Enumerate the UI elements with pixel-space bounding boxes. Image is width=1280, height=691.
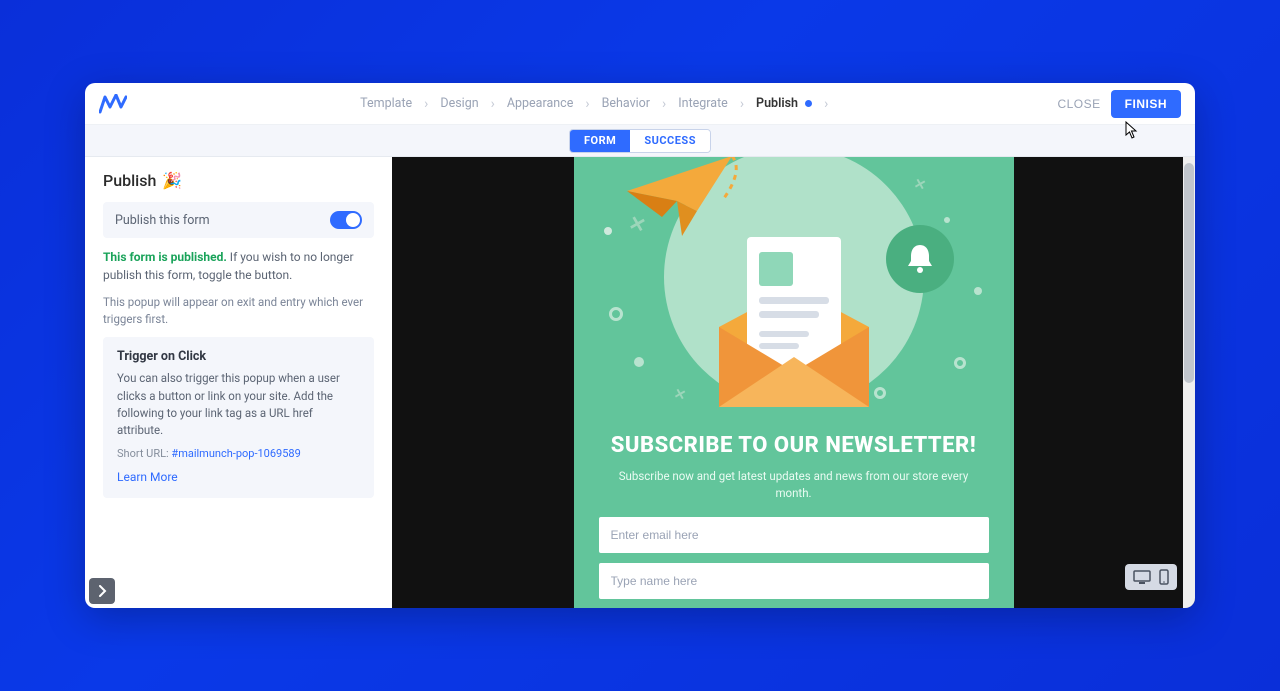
crumb-appearance[interactable]: Appearance — [501, 92, 580, 115]
chevron-right-icon: › — [660, 96, 668, 112]
subtabs-row: FORM SUCCESS — [85, 125, 1195, 157]
short-url-label: Short URL: — [117, 447, 169, 460]
publish-toggle-label: Publish this form — [115, 213, 210, 228]
ring-icon — [954, 357, 966, 369]
device-preview-toggle — [1125, 564, 1177, 590]
chevron-right-icon — [97, 585, 107, 597]
dot-icon — [634, 357, 644, 367]
behavior-description: This popup will appear on exit and entry… — [103, 294, 374, 327]
tab-success[interactable]: SUCCESS — [630, 130, 710, 152]
preview-scrollbar[interactable] — [1183, 157, 1195, 608]
trigger-heading: Trigger on Click — [117, 349, 360, 364]
preview-pane: ✕ ✕ ✕ — [392, 157, 1195, 608]
email-field[interactable] — [599, 517, 989, 553]
crumb-behavior[interactable]: Behavior — [596, 92, 656, 115]
popup-title: SUBSCRIBE TO OUR NEWSLETTER! — [592, 433, 996, 458]
party-popper-icon: 🎉 — [162, 171, 182, 190]
dot-icon — [974, 287, 982, 295]
app-body: Publish 🎉 Publish this form This form is… — [85, 157, 1195, 608]
popup-subtitle: Subscribe now and get latest updates and… — [614, 468, 974, 503]
page-title-text: Publish — [103, 171, 156, 190]
scrollbar-thumb[interactable] — [1184, 163, 1194, 383]
publish-toggle[interactable] — [330, 211, 362, 229]
finish-button[interactable]: FINISH — [1111, 90, 1181, 118]
app-window: Template › Design › Appearance › Behavio… — [85, 83, 1195, 608]
expand-sidebar-button[interactable] — [89, 578, 115, 604]
subtabs: FORM SUCCESS — [569, 129, 711, 153]
name-field[interactable] — [599, 563, 989, 599]
ring-icon — [609, 307, 623, 321]
logo-icon — [99, 93, 127, 115]
popup-hero-illustration: ✕ ✕ ✕ — [574, 157, 1014, 417]
app-header: Template › Design › Appearance › Behavio… — [85, 83, 1195, 125]
mobile-icon[interactable] — [1159, 569, 1169, 585]
publish-sidebar: Publish 🎉 Publish this form This form is… — [85, 157, 392, 608]
breadcrumb: Template › Design › Appearance › Behavio… — [135, 92, 1049, 115]
envelope-icon — [699, 217, 889, 417]
toggle-knob — [346, 213, 360, 227]
bell-icon — [886, 225, 954, 293]
chevron-right-icon: › — [489, 96, 497, 112]
crumb-design[interactable]: Design — [434, 92, 484, 115]
chevron-right-icon: › — [738, 96, 746, 112]
crumb-template[interactable]: Template — [354, 92, 418, 115]
header-actions: CLOSE FINISH — [1057, 90, 1181, 118]
chevron-right-icon: › — [583, 96, 591, 112]
short-url-row: Short URL: #mailmunch-pop-1069589 — [117, 447, 360, 460]
chevron-right-icon: › — [822, 96, 830, 112]
newsletter-popup-preview: ✕ ✕ ✕ — [574, 157, 1014, 608]
x-icon: ✕ — [672, 386, 687, 404]
trigger-on-click-box: Trigger on Click You can also trigger th… — [103, 337, 374, 498]
publish-status-bold: This form is published. — [103, 250, 227, 264]
chevron-right-icon: › — [422, 96, 430, 112]
dot-icon — [604, 227, 612, 235]
desktop-icon[interactable] — [1133, 570, 1151, 584]
dot-icon — [944, 217, 950, 223]
close-button[interactable]: CLOSE — [1057, 97, 1100, 111]
crumb-integrate[interactable]: Integrate — [672, 92, 734, 115]
short-url-value[interactable]: #mailmunch-pop-1069589 — [171, 447, 300, 460]
publish-status-text: This form is published. If you wish to n… — [103, 248, 374, 284]
crumb-publish-label: Publish — [756, 96, 798, 111]
page-title: Publish 🎉 — [103, 171, 374, 190]
active-step-dot — [805, 100, 812, 107]
learn-more-link[interactable]: Learn More — [117, 470, 360, 484]
crumb-publish[interactable]: Publish — [750, 92, 818, 115]
publish-toggle-row: Publish this form — [103, 202, 374, 238]
trigger-body: You can also trigger this popup when a u… — [117, 370, 360, 439]
x-icon: ✕ — [912, 176, 927, 194]
tab-form[interactable]: FORM — [570, 130, 630, 152]
